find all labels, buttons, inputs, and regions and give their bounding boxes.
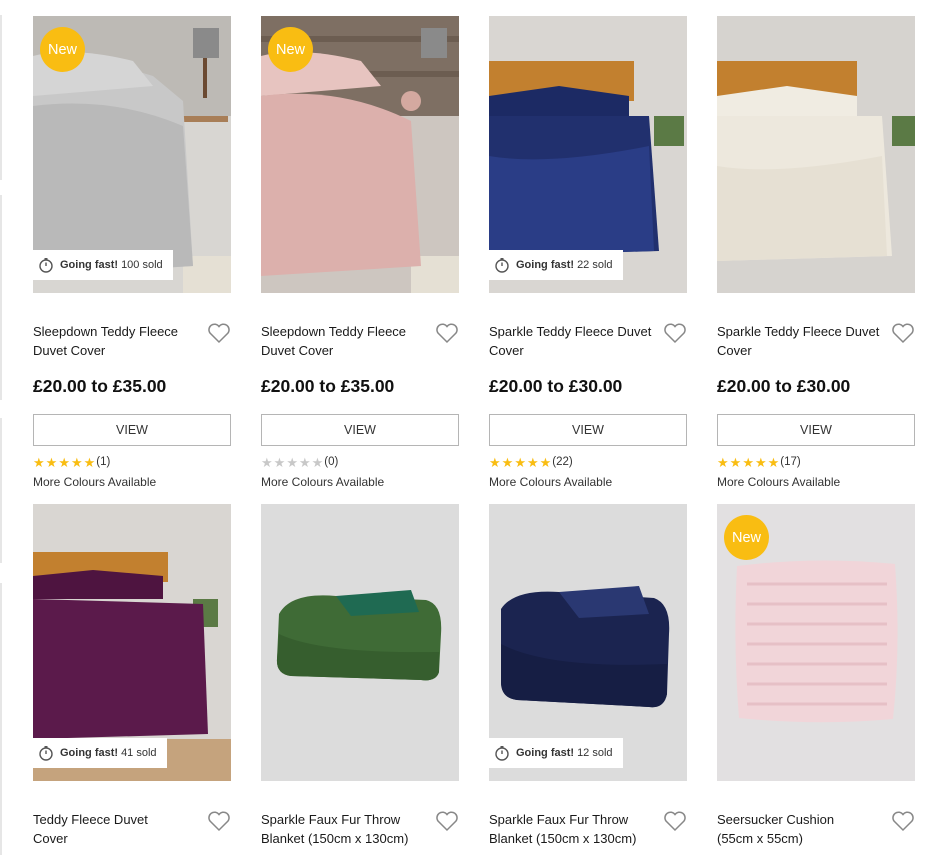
heart-icon[interactable] bbox=[663, 810, 687, 832]
product-price: £20.00 to £30.00 bbox=[489, 376, 623, 396]
view-button[interactable]: VIEW bbox=[717, 414, 915, 446]
going-fast-badge: Going fast! 41 sold bbox=[33, 738, 167, 768]
product-price: £20.00 to £35.00 bbox=[261, 376, 395, 396]
product-title[interactable]: Seersucker Cushion (55cm x 55cm) bbox=[717, 810, 847, 848]
heart-icon[interactable] bbox=[207, 810, 231, 832]
view-button[interactable]: VIEW bbox=[33, 414, 231, 446]
star-icon: ★ bbox=[33, 454, 45, 470]
star-icon: ★ bbox=[742, 454, 754, 470]
stopwatch-icon bbox=[494, 745, 510, 761]
heart-icon[interactable] bbox=[435, 322, 459, 344]
product-card[interactable]: New Going fast! 100 sold Sleepdown Teddy… bbox=[33, 16, 231, 489]
star-icon: ★ bbox=[539, 454, 552, 470]
rating-count: (22) bbox=[552, 456, 573, 468]
rating-count: (17) bbox=[780, 456, 801, 468]
star-icon: ★ bbox=[526, 454, 539, 470]
product-title[interactable]: Sparkle Teddy Fleece Duvet Cover bbox=[489, 322, 654, 360]
product-card[interactable]: New Sleepdown Teddy Fleece Duvet Cover £… bbox=[261, 16, 459, 489]
going-fast-label: Going fast! bbox=[60, 747, 119, 759]
product-title[interactable]: Sleepdown Teddy Fleece Duvet Cover bbox=[33, 322, 198, 360]
new-badge: New bbox=[724, 515, 769, 560]
star-icon: ★ bbox=[754, 454, 767, 470]
product-image[interactable]: Going fast! 22 sold bbox=[489, 16, 687, 293]
product-card[interactable]: Sparkle Faux Fur Throw Blanket (150cm x … bbox=[261, 504, 459, 846]
going-fast-label: Going fast! bbox=[516, 259, 575, 271]
heart-icon[interactable] bbox=[891, 810, 915, 832]
star-rating: ★ ★ ★ ★ ★ (0) bbox=[261, 454, 338, 470]
product-title[interactable]: Sparkle Teddy Fleece Duvet Cover bbox=[717, 322, 882, 360]
heart-icon[interactable] bbox=[207, 322, 231, 344]
star-icon: ★ bbox=[311, 454, 324, 470]
heart-icon[interactable] bbox=[663, 322, 687, 344]
sold-count: 100 sold bbox=[121, 259, 163, 271]
star-icon: ★ bbox=[717, 454, 729, 470]
stopwatch-icon bbox=[38, 257, 54, 273]
green-throw-image bbox=[261, 504, 459, 781]
star-icon: ★ bbox=[729, 454, 742, 470]
stopwatch-icon bbox=[38, 745, 54, 761]
new-badge: New bbox=[268, 27, 313, 72]
product-title[interactable]: Sparkle Faux Fur Throw Blanket (150cm x … bbox=[261, 810, 426, 848]
star-icon: ★ bbox=[286, 454, 298, 470]
product-card[interactable]: Going fast! 12 sold Sparkle Faux Fur Thr… bbox=[489, 504, 687, 846]
star-rating: ★ ★ ★ ★ ★ (1) bbox=[33, 454, 110, 470]
stopwatch-icon bbox=[494, 257, 510, 273]
going-fast-badge: Going fast! 12 sold bbox=[489, 738, 623, 768]
star-icon: ★ bbox=[298, 454, 311, 470]
rating-count: (1) bbox=[96, 456, 111, 468]
product-image[interactable]: New Going fast! 100 sold bbox=[33, 16, 231, 293]
sold-count: 12 sold bbox=[577, 747, 613, 759]
product-price: £20.00 to £30.00 bbox=[717, 376, 851, 396]
star-icon: ★ bbox=[70, 454, 83, 470]
star-rating: ★ ★ ★ ★ ★ (17) bbox=[717, 454, 801, 470]
product-card[interactable]: Going fast! 22 sold Sparkle Teddy Fleece… bbox=[489, 16, 687, 489]
product-grid: New Going fast! 100 sold Sleepdown Teddy… bbox=[0, 0, 935, 855]
cream-bed-image bbox=[717, 16, 915, 293]
star-icon: ★ bbox=[261, 454, 273, 470]
product-title[interactable]: Sparkle Faux Fur Throw Blanket (150cm x … bbox=[489, 810, 654, 848]
star-icon: ★ bbox=[83, 454, 96, 470]
product-card[interactable]: Going fast! 41 sold Teddy Fleece Duvet C… bbox=[33, 504, 231, 846]
more-colours-text: More Colours Available bbox=[717, 475, 841, 489]
star-icon: ★ bbox=[767, 454, 780, 470]
more-colours-text: More Colours Available bbox=[261, 475, 385, 489]
product-price: £20.00 to £35.00 bbox=[33, 376, 167, 396]
sold-count: 22 sold bbox=[577, 259, 613, 271]
going-fast-badge: Going fast! 22 sold bbox=[489, 250, 623, 280]
rating-count: (0) bbox=[324, 456, 339, 468]
more-colours-text: More Colours Available bbox=[33, 475, 157, 489]
more-colours-text: More Colours Available bbox=[489, 475, 613, 489]
product-image[interactable]: New bbox=[717, 504, 915, 781]
star-icon: ★ bbox=[501, 454, 514, 470]
star-icon: ★ bbox=[514, 454, 526, 470]
view-button[interactable]: VIEW bbox=[261, 414, 459, 446]
product-card[interactable]: New Seersucker Cushion (55cm x 55cm) bbox=[717, 504, 915, 846]
product-image[interactable] bbox=[717, 16, 915, 293]
product-card[interactable]: Sparkle Teddy Fleece Duvet Cover £20.00 … bbox=[717, 16, 915, 489]
star-rating: ★ ★ ★ ★ ★ (22) bbox=[489, 454, 573, 470]
star-icon: ★ bbox=[58, 454, 70, 470]
product-image[interactable]: Going fast! 41 sold bbox=[33, 504, 231, 781]
product-title[interactable]: Teddy Fleece Duvet Cover bbox=[33, 810, 163, 848]
new-badge: New bbox=[40, 27, 85, 72]
view-button[interactable]: VIEW bbox=[489, 414, 687, 446]
star-icon: ★ bbox=[489, 454, 501, 470]
product-image[interactable]: Going fast! 12 sold bbox=[489, 504, 687, 781]
heart-icon[interactable] bbox=[435, 810, 459, 832]
going-fast-label: Going fast! bbox=[516, 747, 575, 759]
sold-count: 41 sold bbox=[121, 747, 157, 759]
heart-icon[interactable] bbox=[891, 322, 915, 344]
star-icon: ★ bbox=[45, 454, 58, 470]
going-fast-badge: Going fast! 100 sold bbox=[33, 250, 173, 280]
product-title[interactable]: Sleepdown Teddy Fleece Duvet Cover bbox=[261, 322, 426, 360]
star-icon: ★ bbox=[273, 454, 286, 470]
going-fast-label: Going fast! bbox=[60, 259, 119, 271]
product-image[interactable] bbox=[261, 504, 459, 781]
product-image[interactable]: New bbox=[261, 16, 459, 293]
